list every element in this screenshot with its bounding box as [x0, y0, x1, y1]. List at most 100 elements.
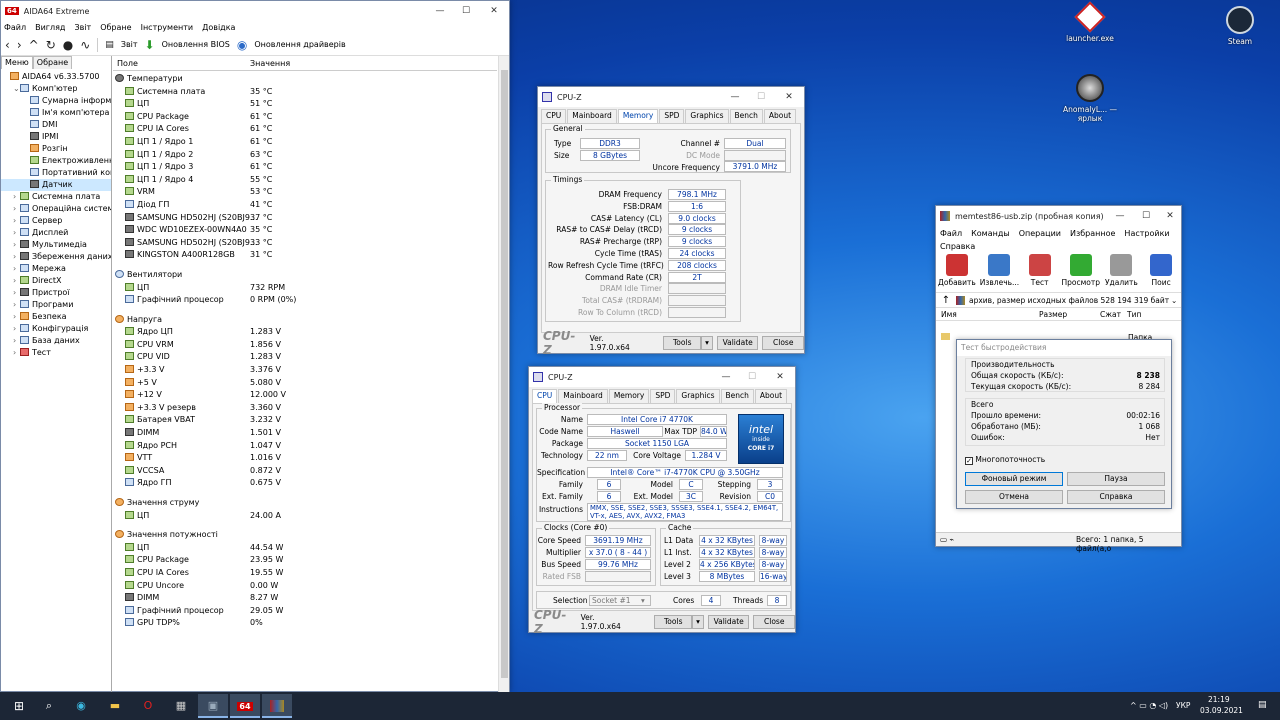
expand-icon[interactable]: ›	[13, 263, 20, 275]
toolbar-button[interactable]: Добавить	[938, 254, 976, 292]
close-button-footer[interactable]: Close	[762, 336, 804, 350]
desktop-icon-steam[interactable]: Steam	[1210, 6, 1270, 46]
expand-icon[interactable]: ›	[13, 347, 20, 359]
sensor-row[interactable]: Діод ГП 41 °C	[113, 199, 497, 212]
tools-dropdown-icon[interactable]: ▾	[692, 615, 704, 629]
tools-button[interactable]: Tools	[654, 615, 693, 629]
expand-icon[interactable]: ›	[13, 311, 20, 323]
help-button[interactable]: Справка	[1067, 490, 1165, 504]
sensor-row[interactable]: +3.3 V 3.376 V	[113, 364, 497, 377]
toolbar-button[interactable]: Просмотр	[1062, 254, 1100, 292]
clock-time[interactable]: 21:19	[1208, 695, 1230, 704]
maximize-button[interactable]: ☐	[453, 6, 479, 16]
up-icon[interactable]: ^	[29, 39, 39, 51]
menu-item[interactable]: Избранное	[1070, 229, 1115, 242]
minimize-button[interactable]: —	[713, 372, 739, 382]
cancel-button[interactable]: Отмена	[965, 490, 1063, 504]
vertical-scrollbar[interactable]	[498, 56, 509, 693]
tab-favorites[interactable]: Обране	[32, 56, 73, 69]
tab-spd[interactable]: SPD	[659, 109, 685, 123]
menu-item[interactable]: Вигляд	[35, 23, 65, 32]
tab-mainboard[interactable]: Mainboard	[567, 109, 617, 123]
sensor-row[interactable]: SAMSUNG HD502HJ (S20BJ9... 37 °C	[113, 212, 497, 225]
sensor-row[interactable]: ЦП 1 / Ядро 1 61 °C	[113, 136, 497, 149]
sensor-row[interactable]: SAMSUNG HD502HJ (S20BJ9... 33 °C	[113, 237, 497, 250]
expand-icon[interactable]: ›	[13, 323, 20, 335]
minimize-button[interactable]: —	[427, 6, 453, 16]
section-header[interactable]: Значення струму	[113, 497, 497, 510]
sensor-row[interactable]: VCCSA 0.872 V	[113, 465, 497, 478]
tree-item[interactable]: › База даних	[1, 335, 111, 347]
section-header[interactable]: Температури	[113, 73, 497, 86]
close-button[interactable]: ✕	[479, 6, 509, 16]
tree-item[interactable]: AIDA64 v6.33.5700	[1, 71, 111, 83]
tab-mainboard[interactable]: Mainboard	[558, 389, 608, 403]
column-packed[interactable]: Сжат	[1100, 310, 1121, 319]
column-type[interactable]: Тип	[1127, 310, 1141, 319]
menu-item[interactable]: Операции	[1019, 229, 1061, 242]
sensor-row[interactable]: CPU Package 61 °C	[113, 111, 497, 124]
sensor-row[interactable]: CPU VID 1.283 V	[113, 351, 497, 364]
toolbar-button[interactable]: Поис	[1143, 254, 1179, 292]
minimize-button[interactable]: —	[1107, 211, 1133, 221]
path-dropdown-icon[interactable]: ⌄	[1171, 296, 1181, 305]
minimize-button[interactable]: —	[722, 92, 748, 102]
tree-item[interactable]: › DirectX	[1, 275, 111, 287]
tab-cpu[interactable]: CPU	[532, 389, 558, 403]
tree-item[interactable]: › Збереження даних	[1, 251, 111, 263]
tools-button[interactable]: Tools	[663, 336, 702, 350]
tree-item[interactable]: › Мультимедіа	[1, 239, 111, 251]
sensor-row[interactable]: VTT 1.016 V	[113, 452, 497, 465]
tree-item[interactable]: ⌄ Комп'ютер	[1, 83, 111, 95]
expand-icon[interactable]: ›	[13, 275, 20, 287]
tree-item[interactable]: › Пристрої	[1, 287, 111, 299]
menu-item[interactable]: Довідка	[202, 23, 235, 32]
close-button[interactable]: ✕	[1159, 211, 1181, 221]
validate-button[interactable]: Validate	[716, 336, 759, 350]
start-button[interactable]: ⊞	[4, 694, 34, 718]
sensor-row[interactable]: ЦП 44.54 W	[113, 542, 497, 555]
tab-about[interactable]: About	[763, 109, 797, 123]
tree-item[interactable]: IPMI	[1, 131, 111, 143]
menu-item[interactable]: Справка	[940, 242, 975, 255]
explorer-icon[interactable]: ▬	[100, 694, 130, 718]
section-header[interactable]: Вентилятори	[113, 269, 497, 282]
aida64-taskbar-icon[interactable]: 64	[230, 694, 260, 718]
expand-icon[interactable]: ›	[13, 299, 20, 311]
notifications-icon[interactable]: ▤	[1258, 700, 1267, 710]
tree-item[interactable]: Датчик	[1, 179, 111, 191]
search-icon[interactable]: ⌕	[34, 694, 64, 718]
column-header-value[interactable]: Значення	[250, 59, 290, 68]
tree-item[interactable]: Портативний комп	[1, 167, 111, 179]
scrollbar-thumb[interactable]	[501, 70, 508, 678]
maximize-button[interactable]: ☐	[739, 372, 765, 382]
column-name[interactable]: Имя	[941, 310, 957, 319]
tree-item[interactable]: › Конфігурація	[1, 323, 111, 335]
checkbox-checked-icon[interactable]: ✓	[965, 457, 973, 465]
tree-item[interactable]: Ім'я комп'ютера	[1, 107, 111, 119]
tree-item[interactable]: › Тест	[1, 347, 111, 359]
tab-menu[interactable]: Меню	[1, 56, 33, 69]
language-indicator[interactable]: УКР	[1176, 701, 1190, 710]
close-button[interactable]: ✕	[774, 92, 804, 102]
validate-button[interactable]: Validate	[707, 615, 750, 629]
section-header[interactable]: Напруга	[113, 314, 497, 327]
multithread-checkbox[interactable]: ✓ Многопоточность	[965, 455, 1045, 465]
column-header-field[interactable]: Поле	[117, 59, 138, 68]
menu-item[interactable]: Настройки	[1124, 229, 1169, 242]
sensor-row[interactable]: CPU IA Cores 61 °C	[113, 123, 497, 136]
tab-about[interactable]: About	[754, 389, 788, 403]
edge-icon[interactable]: ◉	[66, 694, 96, 718]
menu-item[interactable]: Команды	[971, 229, 1010, 242]
desktop-icon-anomaly[interactable]: AnomalyL... — ярлык	[1060, 74, 1120, 123]
tree-item[interactable]: › Мережа	[1, 263, 111, 275]
path-text[interactable]: архив, размер исходных файлов 528 194 31…	[969, 296, 1171, 305]
expand-icon[interactable]: ›	[13, 239, 20, 251]
sensor-row[interactable]: DIMM 1.501 V	[113, 427, 497, 440]
sensor-row[interactable]: KINGSTON A400R128GB 31 °C	[113, 249, 497, 262]
bios-update-button[interactable]: Оновлення BIOS	[162, 40, 230, 49]
tray-icons[interactable]: ^ ▭ ◔ ◁)	[1130, 701, 1168, 710]
sensor-row[interactable]: CPU VRM 1.856 V	[113, 339, 497, 352]
clock-date[interactable]: 03.09.2021	[1200, 706, 1243, 715]
tree-item[interactable]: › Дисплей	[1, 227, 111, 239]
